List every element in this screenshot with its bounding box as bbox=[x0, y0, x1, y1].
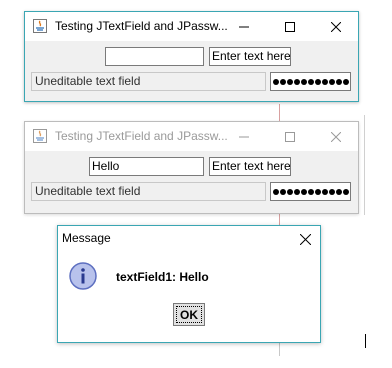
password-dot bbox=[286, 188, 293, 195]
java-app-icon bbox=[33, 129, 47, 143]
minimize-button[interactable] bbox=[221, 12, 267, 41]
text-field-1[interactable]: Hello bbox=[89, 157, 204, 176]
main-window-2: Testing JTextField and JPassw... Hello E… bbox=[24, 121, 359, 214]
window-title: Testing JTextField and JPassw... bbox=[55, 129, 228, 143]
password-dot bbox=[314, 188, 321, 195]
window-title: Testing JTextField and JPassw... bbox=[55, 19, 228, 33]
ok-button[interactable]: OK bbox=[173, 303, 205, 326]
password-dot bbox=[314, 78, 321, 85]
password-mask bbox=[272, 188, 349, 195]
dialog-title: Message bbox=[62, 231, 111, 245]
minimize-button[interactable] bbox=[221, 122, 267, 151]
title-bar[interactable]: Testing JTextField and JPassw... bbox=[25, 12, 358, 41]
password-dot bbox=[328, 78, 335, 85]
main-window-1: Testing JTextField and JPassw... Enter t… bbox=[24, 11, 359, 102]
message-dialog: Message textField1: Hello OK bbox=[57, 225, 321, 343]
text-field-2[interactable]: Enter text here bbox=[209, 47, 291, 66]
minimize-icon bbox=[239, 26, 249, 27]
password-dot bbox=[307, 78, 314, 85]
password-dot bbox=[272, 78, 279, 85]
background-guide-line bbox=[364, 115, 365, 215]
password-dot bbox=[335, 188, 342, 195]
password-dot bbox=[286, 78, 293, 85]
password-dot bbox=[342, 188, 349, 195]
password-field[interactable] bbox=[270, 182, 351, 201]
password-dot bbox=[321, 188, 328, 195]
dialog-close-button[interactable] bbox=[296, 230, 314, 248]
password-dot bbox=[272, 188, 279, 195]
password-dot bbox=[328, 188, 335, 195]
maximize-icon bbox=[285, 21, 295, 32]
password-dot bbox=[293, 78, 300, 85]
password-dot bbox=[293, 188, 300, 195]
close-button[interactable] bbox=[313, 122, 359, 151]
password-dot bbox=[279, 188, 286, 195]
close-button[interactable] bbox=[313, 12, 359, 41]
close-icon bbox=[331, 21, 341, 32]
title-bar[interactable]: Testing JTextField and JPassw... bbox=[25, 122, 358, 151]
java-app-icon bbox=[33, 19, 47, 33]
maximize-button[interactable] bbox=[267, 12, 313, 41]
password-dot bbox=[342, 78, 349, 85]
uneditable-text-field: Uneditable text field bbox=[31, 182, 266, 201]
dialog-message: textField1: Hello bbox=[116, 270, 209, 284]
maximize-button[interactable] bbox=[267, 122, 313, 151]
close-icon bbox=[299, 233, 311, 245]
password-field[interactable] bbox=[270, 72, 351, 91]
password-dot bbox=[321, 78, 328, 85]
maximize-icon bbox=[285, 131, 295, 142]
password-mask bbox=[272, 78, 349, 85]
text-field-2[interactable]: Enter text here bbox=[209, 157, 291, 176]
background-guide-line bbox=[365, 334, 366, 348]
password-dot bbox=[300, 188, 307, 195]
uneditable-text-field: Uneditable text field bbox=[31, 72, 266, 91]
minimize-icon bbox=[239, 136, 249, 137]
password-dot bbox=[279, 78, 286, 85]
password-dot bbox=[307, 188, 314, 195]
close-icon bbox=[331, 131, 341, 142]
password-dot bbox=[300, 78, 307, 85]
background-guide-line bbox=[279, 104, 280, 122]
info-icon bbox=[69, 262, 97, 290]
text-field-1[interactable] bbox=[105, 47, 204, 66]
password-dot bbox=[335, 78, 342, 85]
background-guide-line bbox=[279, 342, 280, 356]
